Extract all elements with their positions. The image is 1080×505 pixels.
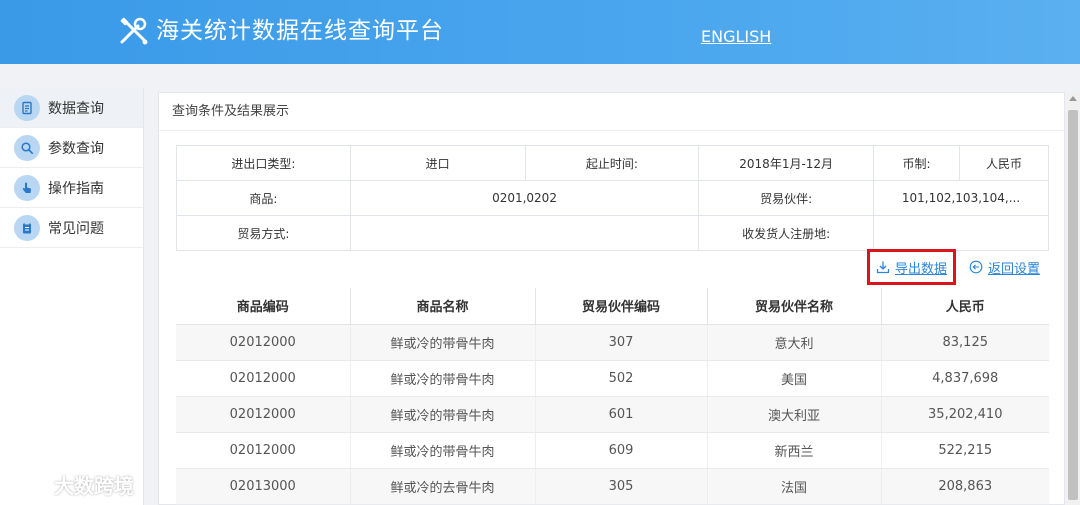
result-table: 商品编码 商品名称 贸易伙伴编码 贸易伙伴名称 人民币 02012000 鲜或冷…	[176, 288, 1049, 505]
sidebar-item-faq[interactable]: 常见问题	[0, 208, 143, 248]
partner-name-cell: 美国	[707, 360, 882, 397]
rmb-value-cell: 208,863	[881, 468, 1049, 505]
english-link[interactable]: ENGLISH	[701, 26, 771, 48]
currency-value: 人民币	[959, 145, 1049, 181]
sidebar-item-data-query[interactable]: 数据查询	[0, 88, 143, 128]
export-data-label: 导出数据	[894, 261, 947, 277]
registration-label: 收发货人注册地:	[698, 215, 875, 251]
watermark-text: 大数跨境	[54, 474, 134, 498]
partner-code-cell: 502	[535, 360, 708, 397]
sidebar-item-guide[interactable]: 操作指南	[0, 168, 143, 208]
back-arrow-icon	[969, 260, 983, 274]
goods-code-cell: 02012000	[176, 324, 351, 361]
partner-name-cell: 法国	[707, 468, 882, 505]
goods-name-cell: 鲜或冷的去骨牛肉	[350, 468, 536, 505]
document-icon	[14, 94, 40, 121]
sidebar-item-label: 参数查询	[48, 140, 104, 157]
table-row: 02012000 鲜或冷的带骨牛肉 307 意大利 83,125	[176, 324, 1049, 361]
partner-label: 贸易伙伴:	[698, 180, 875, 216]
col-header-goods-code: 商品编码	[176, 288, 351, 325]
col-header-partner-name: 贸易伙伴名称	[707, 288, 882, 325]
sidebar-item-label: 常见问题	[48, 220, 104, 237]
watermark: 大数跨境	[8, 470, 134, 499]
sidebar: 数据查询 参数查询 操作指南 常见问题	[0, 88, 144, 505]
back-to-settings-label: 返回设置	[988, 261, 1041, 277]
goods-name-cell: 鲜或冷的带骨牛肉	[350, 396, 536, 433]
query-result-panel: 查询条件及结果展示 进出口类型: 进口 起止时间: 2018年1月-12月 币制…	[158, 92, 1065, 505]
export-data-button[interactable]: 导出数据	[867, 249, 956, 285]
rmb-value-cell: 83,125	[881, 324, 1049, 361]
sidebar-item-param-query[interactable]: 参数查询	[0, 128, 143, 168]
rmb-value-cell: 522,215	[881, 432, 1049, 469]
goods-value: 0201,0202	[349, 180, 700, 216]
partner-name-cell: 新西兰	[707, 432, 882, 469]
trade-type-label: 进出口类型:	[176, 145, 351, 181]
trade-method-value	[349, 215, 700, 251]
goods-code-cell: 02012000	[176, 360, 351, 397]
col-header-goods-name: 商品名称	[350, 288, 536, 325]
panel-title: 查询条件及结果展示	[159, 93, 1064, 131]
goods-name-cell: 鲜或冷的带骨牛肉	[350, 432, 536, 469]
period-value: 2018年1月-12月	[698, 145, 875, 181]
partner-value: 101,102,103,104,...	[873, 180, 1049, 216]
scroll-up-arrow-icon[interactable]	[1069, 96, 1077, 101]
col-header-rmb: 人民币	[881, 288, 1049, 325]
table-row: 02012000 鲜或冷的带骨牛肉 609 新西兰 522,215	[176, 432, 1049, 469]
trade-type-value: 进口	[349, 145, 526, 181]
watermark-logo-icon	[10, 476, 48, 493]
goods-code-cell: 02012000	[176, 396, 351, 433]
partner-code-cell: 307	[535, 324, 708, 361]
app-header: 海关统计数据在线查询平台 ENGLISH	[0, 0, 1080, 64]
tools-icon	[120, 17, 148, 45]
trade-method-label: 贸易方式:	[176, 215, 351, 251]
search-icon	[14, 134, 40, 161]
goods-code-cell: 02012000	[176, 432, 351, 469]
sidebar-item-label: 数据查询	[48, 100, 104, 117]
scrollbar-thumb[interactable]	[1068, 110, 1078, 500]
back-to-settings-button[interactable]: 返回设置	[969, 249, 1040, 285]
currency-label: 币制:	[873, 145, 961, 181]
table-row: 02012000 鲜或冷的带骨牛肉 502 美国 4,837,698	[176, 360, 1049, 397]
rmb-value-cell: 4,837,698	[881, 360, 1049, 397]
goods-name-cell: 鲜或冷的带骨牛肉	[350, 324, 536, 361]
sidebar-item-label: 操作指南	[48, 180, 104, 197]
partner-code-cell: 609	[535, 432, 708, 469]
goods-name-cell: 鲜或冷的带骨牛肉	[350, 360, 536, 397]
goods-code-cell: 02013000	[176, 468, 351, 505]
page-title: 海关统计数据在线查询平台	[156, 18, 444, 44]
partner-code-cell: 305	[535, 468, 708, 505]
table-row: 02012000 鲜或冷的带骨牛肉 601 澳大利亚 35,202,410	[176, 396, 1049, 433]
rmb-value-cell: 35,202,410	[881, 396, 1049, 433]
clipboard-icon	[14, 214, 40, 241]
registration-value	[873, 215, 1049, 251]
partner-name-cell: 澳大利亚	[707, 396, 882, 433]
period-label: 起止时间:	[524, 145, 700, 181]
table-row: 02013000 鲜或冷的去骨牛肉 305 法国 208,863	[176, 468, 1049, 505]
col-header-partner-code: 贸易伙伴编码	[535, 288, 708, 325]
download-icon	[876, 261, 890, 274]
partner-name-cell: 意大利	[707, 324, 882, 361]
hand-pointer-icon	[14, 174, 40, 201]
partner-code-cell: 601	[535, 396, 708, 433]
query-conditions: 进出口类型: 进口 起止时间: 2018年1月-12月 币制: 人民币 商品: …	[176, 145, 1049, 251]
goods-label: 商品:	[176, 180, 351, 216]
